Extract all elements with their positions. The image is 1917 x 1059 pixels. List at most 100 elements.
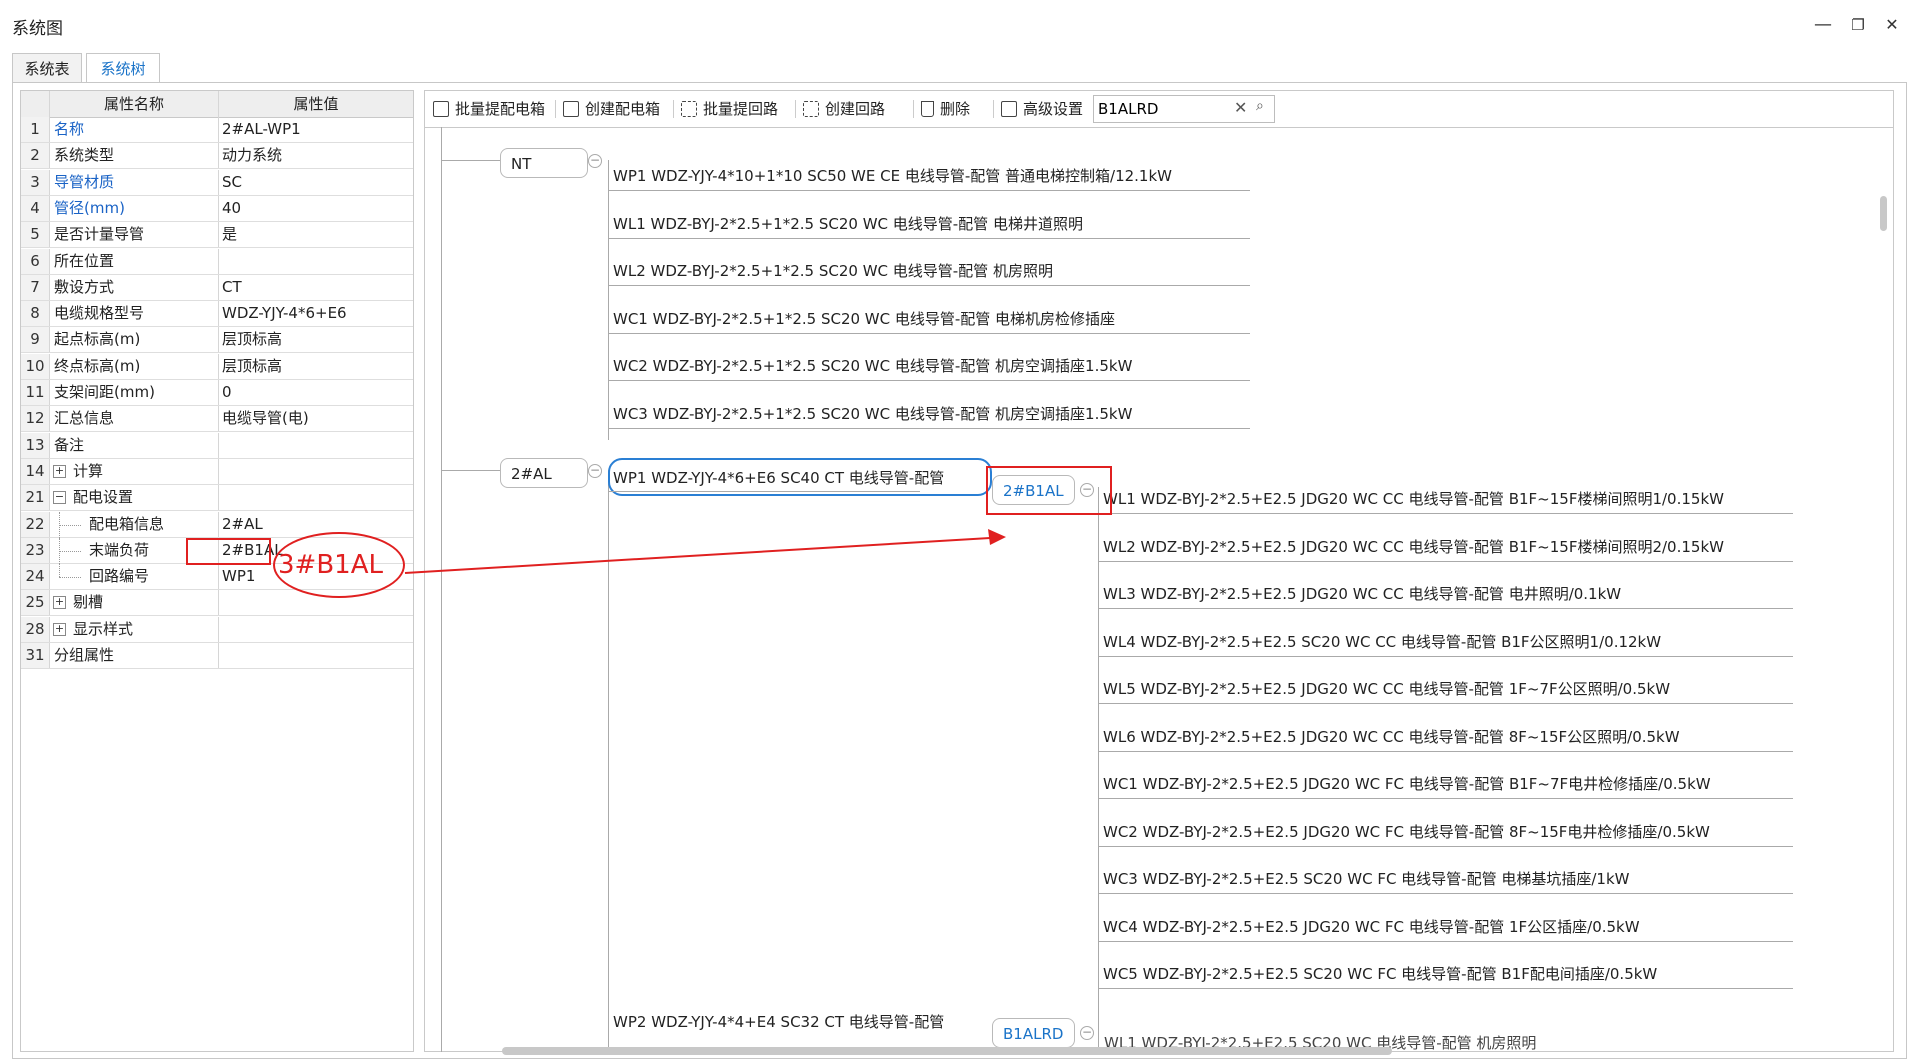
property-value[interactable]: 层顶标高 (222, 327, 282, 352)
property-value[interactable]: 动力系统 (222, 143, 282, 168)
row-number: 28 (21, 616, 50, 642)
b1al-branch-line (1098, 487, 1099, 1052)
expand-icon[interactable]: + (53, 596, 66, 610)
tree-node-nt[interactable]: NT (500, 148, 588, 178)
vertical-scrollbar[interactable] (1880, 196, 1887, 231)
property-row[interactable]: 9 起点标高(m) 层顶标高 (21, 327, 413, 354)
create-box-button[interactable]: 创建配电箱 (563, 97, 660, 121)
property-row[interactable]: 11 支架间距(mm) 0 (21, 380, 413, 406)
property-value[interactable]: 0 (222, 380, 232, 405)
circuit-item[interactable]: WC3 WDZ-BYJ-2*2.5+1*2.5 SC20 WC 电线导管-配管 … (613, 404, 1132, 424)
circuit-item[interactable]: WL5 WDZ-BYJ-2*2.5+E2.5 JDG20 WC CC 电线导管-… (1103, 679, 1670, 699)
batch-extract-circuit-button[interactable]: 批量提回路 (681, 97, 778, 121)
property-value[interactable]: 层顶标高 (222, 354, 282, 379)
circuit-item[interactable]: WC1 WDZ-BYJ-2*2.5+1*2.5 SC20 WC 电线导管-配管 … (613, 309, 1115, 329)
property-row[interactable]: 8 电缆规格型号 WDZ-YJY-4*6+E6 (21, 301, 413, 328)
circuit-item[interactable]: WL3 WDZ-BYJ-2*2.5+E2.5 JDG20 WC CC 电线导管-… (1103, 584, 1621, 604)
property-value[interactable]: SC (222, 170, 242, 195)
property-value[interactable]: WP1 (222, 564, 255, 589)
property-value[interactable]: WDZ-YJY-4*6+E6 (222, 301, 347, 326)
property-row[interactable]: 6 所在位置 (21, 248, 413, 275)
circuit-wp2[interactable]: WP2 WDZ-YJY-4*4+E4 SC32 CT 电线导管-配管 (613, 1012, 944, 1032)
property-row[interactable]: 1 名称 2#AL-WP1 (21, 117, 413, 143)
circuit-underline (1098, 845, 1793, 847)
collapse-icon[interactable]: − (588, 464, 602, 478)
collapse-icon[interactable]: − (1080, 1026, 1094, 1040)
tab-system-tree[interactable]: 系统树 (86, 53, 160, 83)
circuit-item[interactable]: WL6 WDZ-BYJ-2*2.5+E2.5 JDG20 WC CC 电线导管-… (1103, 727, 1680, 747)
property-name: 是否计量导管 (54, 225, 145, 244)
circuit-item[interactable]: WC2 WDZ-BYJ-2*2.5+1*2.5 SC20 WC 电线导管-配管 … (613, 356, 1132, 376)
circuit-item[interactable]: WP1 WDZ-YJY-4*10+1*10 SC50 WE CE 电线导管-配管… (613, 166, 1172, 186)
property-row[interactable]: 14 + 计算 (21, 458, 413, 485)
nt-branch-line (608, 160, 609, 440)
property-row[interactable]: 12 汇总信息 电缆导管(电) (21, 406, 413, 433)
tree-guide-line (59, 524, 81, 526)
circuit-item[interactable]: WL1 WDZ-BYJ-2*2.5+E2.5 JDG20 WC CC 电线导管-… (1103, 489, 1724, 509)
property-row[interactable]: 28 + 显示样式 (21, 616, 413, 643)
circuit-underline (608, 332, 1250, 334)
circuit-item[interactable]: WC3 WDZ-BYJ-2*2.5+E2.5 SC20 WC FC 电线导管-配… (1103, 869, 1629, 889)
tab-system-table[interactable]: 系统表 (12, 53, 82, 83)
property-row[interactable]: 3 导管材质 SC (21, 169, 413, 196)
property-row[interactable]: 21− 配电设置 (21, 485, 413, 512)
property-name: 显示样式 (73, 619, 134, 638)
circuit-item[interactable]: WC1 WDZ-BYJ-2*2.5+E2.5 JDG20 WC FC 电线导管-… (1103, 774, 1711, 794)
tree-node-b1alrd[interactable]: B1ALRD (992, 1018, 1075, 1048)
column-separator (218, 169, 219, 195)
delete-button[interactable]: 删除 (921, 97, 970, 121)
row-number: 24 (21, 564, 50, 590)
property-value[interactable]: CT (222, 275, 242, 300)
property-name: 系统类型 (54, 146, 115, 165)
property-row[interactable]: 4 管径(mm) 40 (21, 195, 413, 222)
expand-icon[interactable]: + (53, 464, 66, 478)
property-value[interactable]: 是 (222, 222, 237, 247)
property-value[interactable]: 40 (222, 196, 241, 221)
property-value[interactable]: 电缆导管(电) (222, 406, 309, 431)
circuit-item[interactable]: WC5 WDZ-BYJ-2*2.5+E2.5 SC20 WC FC 电线导管-配… (1103, 964, 1657, 984)
property-row[interactable]: 10 终点标高(m) 层顶标高 (21, 353, 413, 380)
minimize-button[interactable]: — (1810, 12, 1836, 38)
expand-icon[interactable]: + (53, 622, 66, 636)
batch-box-icon (433, 101, 449, 117)
circuit-underline (608, 285, 1250, 286)
circuit-item[interactable]: WL2 WDZ-BYJ-2*2.5+E2.5 JDG20 WC CC 电线导管-… (1103, 537, 1724, 557)
property-name: 终点标高(m) (54, 356, 141, 375)
clear-icon[interactable]: ✕ (1234, 98, 1247, 117)
annotation-box-grid (186, 538, 271, 565)
circuit-item[interactable]: WC4 WDZ-BYJ-2*2.5+E2.5 JDG20 WC FC 电线导管-… (1103, 917, 1640, 937)
create-circuit-button[interactable]: 创建回路 (803, 97, 885, 121)
batch-extract-box-button[interactable]: 批量提配电箱 (433, 97, 545, 121)
property-value[interactable]: 2#AL-WP1 (222, 117, 301, 142)
tree-node-2al[interactable]: 2#AL (500, 458, 588, 488)
column-separator (218, 195, 219, 221)
search-icon[interactable]: ⌕ (1256, 98, 1264, 114)
circuit-item[interactable]: WL1 WDZ-BYJ-2*2.5+1*2.5 SC20 WC 电线导管-配管 … (613, 214, 1083, 234)
property-value[interactable]: 2#AL (222, 512, 263, 537)
collapse-icon[interactable]: − (588, 154, 602, 168)
tree-guide-line (59, 577, 81, 579)
horizontal-scrollbar[interactable] (502, 1047, 1392, 1055)
system-tree-canvas: NT − WP1 WDZ-YJY-4*10+1*10 SC50 WE CE 电线… (424, 127, 1874, 1052)
collapse-icon[interactable]: − (53, 491, 66, 505)
property-name: 配电设置 (73, 488, 134, 507)
property-row[interactable]: 31 分组属性 (21, 643, 413, 669)
circuit-item[interactable]: WC2 WDZ-BYJ-2*2.5+E2.5 JDG20 WC FC 电线导管-… (1103, 822, 1710, 842)
property-row[interactable]: 5 是否计量导管 是 (21, 222, 413, 249)
property-name: 管径(mm) (54, 198, 125, 217)
search-input[interactable] (1098, 99, 1228, 119)
create-box-icon (563, 101, 579, 117)
settings-icon (1001, 101, 1017, 117)
circuit-item[interactable]: WL4 WDZ-BYJ-2*2.5+E2.5 SC20 WC CC 电线导管-配… (1103, 632, 1661, 652)
circuit-underline (1098, 940, 1793, 942)
circuit-item[interactable]: WL2 WDZ-BYJ-2*2.5+1*2.5 SC20 WC 电线导管-配管 … (613, 261, 1053, 281)
toolbar-divider (673, 100, 674, 118)
property-row[interactable]: 7 敷设方式 CT (21, 274, 413, 301)
close-button[interactable]: ✕ (1879, 12, 1905, 38)
property-row[interactable]: 13 备注 (21, 432, 413, 459)
circuit-wp1[interactable]: WP1 WDZ-YJY-4*6+E6 SC40 CT 电线导管-配管 (613, 468, 944, 488)
restore-button[interactable]: ❐ (1845, 12, 1871, 38)
property-row[interactable]: 2 系统类型 动力系统 (21, 143, 413, 170)
advanced-settings-button[interactable]: 高级设置 (1001, 97, 1083, 121)
row-number: 2 (21, 143, 50, 169)
